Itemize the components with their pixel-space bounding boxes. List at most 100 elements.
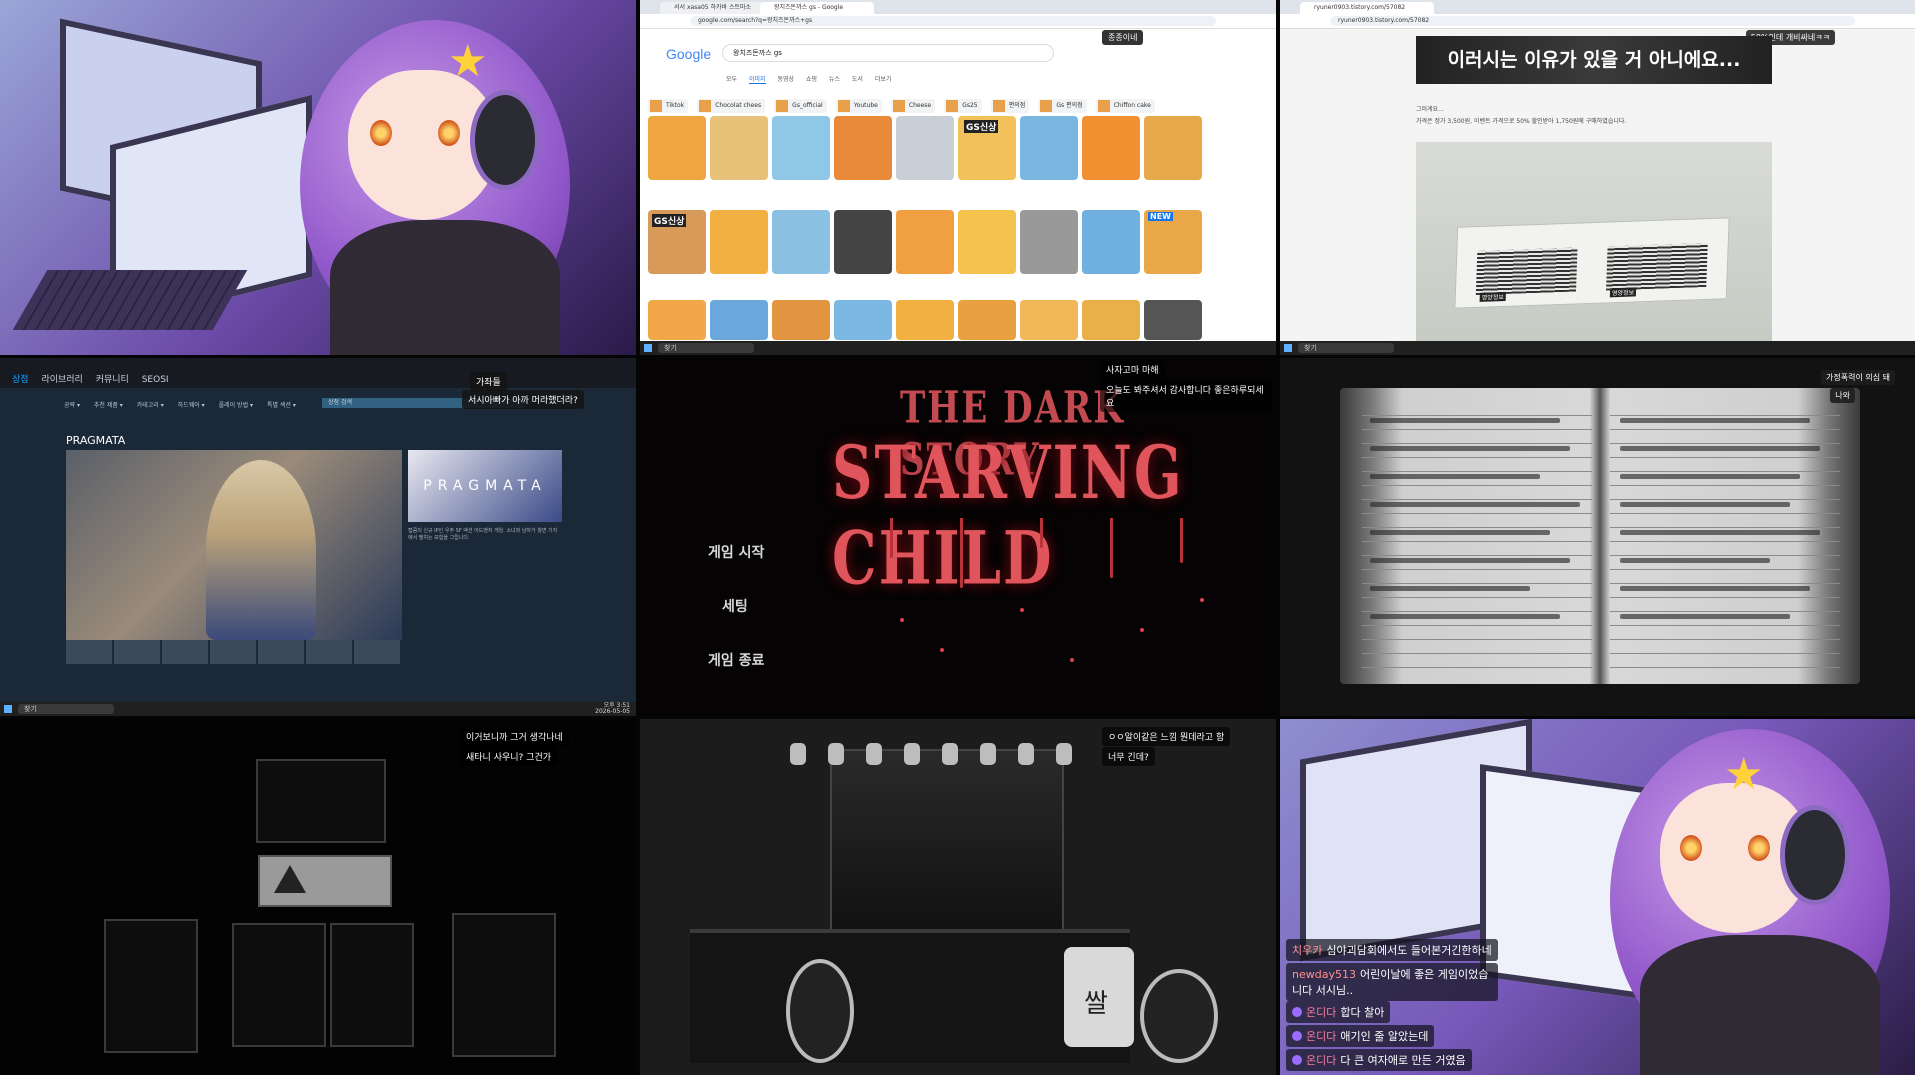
nav-store[interactable]: 상점 [12, 375, 29, 385]
thumbnail[interactable] [354, 640, 400, 664]
lantern [1056, 743, 1072, 765]
taskbar: 찾기 [1280, 341, 1915, 355]
url-field[interactable]: google.com/search?q=왕치즈돈까스+gs [690, 16, 1216, 26]
windows-start-icon[interactable] [644, 344, 652, 352]
menu-settings[interactable]: 세팅 [722, 596, 748, 616]
image-result[interactable] [834, 116, 892, 180]
tab-all[interactable]: 모두 [726, 76, 737, 83]
image-result[interactable] [958, 300, 1016, 340]
game-title: PRAGMATA [66, 434, 126, 447]
image-result[interactable] [710, 210, 768, 274]
store-menu-item[interactable]: 공략 ▾ [64, 402, 80, 409]
product-photo: 영양정보 영양정보 [1416, 142, 1772, 342]
thumbnail[interactable] [210, 640, 256, 664]
taskbar-search[interactable]: 찾기 [18, 704, 114, 714]
image-result[interactable] [772, 116, 830, 180]
browser-tab-active[interactable]: ryuner0903.tistory.com/57082 [1300, 2, 1434, 14]
thumbnail[interactable] [114, 640, 160, 664]
image-result[interactable] [1082, 210, 1140, 274]
thumbnail[interactable] [258, 640, 304, 664]
image-result[interactable] [896, 210, 954, 274]
image-result[interactable] [896, 300, 954, 340]
image-result[interactable] [834, 210, 892, 274]
handwriting [1370, 446, 1570, 451]
headphone-icon [470, 90, 540, 190]
image-result[interactable] [710, 116, 768, 180]
thumbnail[interactable] [162, 640, 208, 664]
handwriting [1370, 418, 1560, 423]
image-result[interactable] [834, 300, 892, 340]
chat-nickname: 치우카 [1292, 944, 1323, 957]
filter-chip[interactable]: Cheese [890, 99, 936, 113]
nutrition-title: 영양정보 [1609, 287, 1637, 298]
browser-tab-active[interactable]: 왕치즈돈까스 gs - Google [760, 2, 874, 14]
image-result[interactable]: GS신상 [958, 116, 1016, 180]
store-menu-item[interactable]: 추천 제품 ▾ [94, 402, 123, 409]
lantern [904, 743, 920, 765]
filter-chip[interactable]: 편의점 [990, 99, 1030, 113]
lantern [980, 743, 996, 765]
image-result[interactable] [1020, 210, 1078, 274]
image-result[interactable] [896, 116, 954, 180]
image-result[interactable] [648, 116, 706, 180]
image-result[interactable] [1144, 116, 1202, 180]
image-result[interactable] [710, 300, 768, 340]
filter-chip[interactable]: Gs_official [774, 99, 827, 113]
store-menu-item[interactable]: 플레이 방법 ▾ [219, 402, 253, 409]
filter-chip[interactable]: Gs25 [944, 99, 982, 113]
chat-message: 가정폭력이 의심 돼 [1821, 370, 1895, 385]
windows-start-icon[interactable] [4, 705, 12, 713]
game-capsule[interactable]: PRAGMATA [408, 450, 562, 522]
store-menu-item[interactable]: 카테고리 ▾ [137, 402, 164, 409]
image-result[interactable] [1082, 116, 1140, 180]
game-screenshot[interactable] [66, 450, 402, 640]
image-result[interactable] [1020, 116, 1078, 180]
browser-tab[interactable]: 서서 xasa05 하카바 스트마소 [660, 2, 770, 14]
filter-chip[interactable]: Chiffon cake [1095, 99, 1155, 113]
google-logo[interactable]: Google [666, 46, 711, 62]
filter-chip[interactable]: Tiktok [648, 99, 689, 113]
nav-profile[interactable]: SEOSI [142, 375, 169, 385]
tab-books[interactable]: 도서 [852, 76, 863, 83]
open-diary [1340, 388, 1860, 684]
menu-quit-game[interactable]: 게임 종료 [708, 650, 764, 670]
blood-drip [1040, 518, 1043, 548]
image-result[interactable]: GS신상 [648, 210, 706, 274]
store-menu-item[interactable]: 하드웨어 ▾ [178, 402, 205, 409]
chat-message: 가좌들 [470, 372, 507, 391]
image-result[interactable] [1020, 300, 1078, 340]
taskbar-search[interactable]: 찾기 [1298, 343, 1394, 353]
ember [940, 648, 944, 652]
handwriting [1620, 614, 1790, 619]
filter-chip[interactable]: Gs 편의점 [1038, 99, 1087, 113]
game-title-screen: THE DARK STORY STARVING CHILD 게임 시작 세팅 게… [640, 358, 1276, 716]
image-result[interactable] [958, 210, 1016, 274]
menu-start-game[interactable]: 게임 시작 [708, 542, 764, 562]
thumbnail[interactable] [66, 640, 112, 664]
filter-chip[interactable]: Youtube [835, 99, 882, 113]
filter-chip[interactable]: Chocolat chees [697, 99, 766, 113]
nav-community[interactable]: 커뮤니티 [96, 375, 129, 385]
image-result[interactable] [1144, 300, 1202, 340]
image-result[interactable] [772, 300, 830, 340]
windows-start-icon[interactable] [1284, 344, 1292, 352]
image-result[interactable] [648, 300, 706, 340]
handwriting [1620, 474, 1800, 479]
tab-shopping[interactable]: 쇼핑 [806, 76, 817, 83]
tab-news[interactable]: 뉴스 [829, 76, 840, 83]
taskbar-search[interactable]: 찾기 [658, 343, 754, 353]
search-input[interactable]: 왕치즈돈까스 gs [722, 44, 1054, 62]
nav-library[interactable]: 라이브러리 [41, 375, 82, 385]
hoodie [1640, 935, 1880, 1075]
image-result[interactable] [772, 210, 830, 274]
handwriting [1370, 502, 1580, 507]
tab-images[interactable]: 이미지 [748, 76, 766, 84]
image-result[interactable]: NEW [1144, 210, 1202, 274]
warning-sign [258, 855, 392, 907]
store-menu-item[interactable]: 특별 섹션 ▾ [267, 402, 296, 409]
tab-more[interactable]: 더보기 [875, 76, 892, 83]
image-result[interactable] [1082, 300, 1140, 340]
thumbnail[interactable] [306, 640, 352, 664]
tab-videos[interactable]: 동영상 [777, 76, 794, 83]
url-field[interactable]: ryuner0903.tistory.com/57082 [1330, 16, 1855, 26]
